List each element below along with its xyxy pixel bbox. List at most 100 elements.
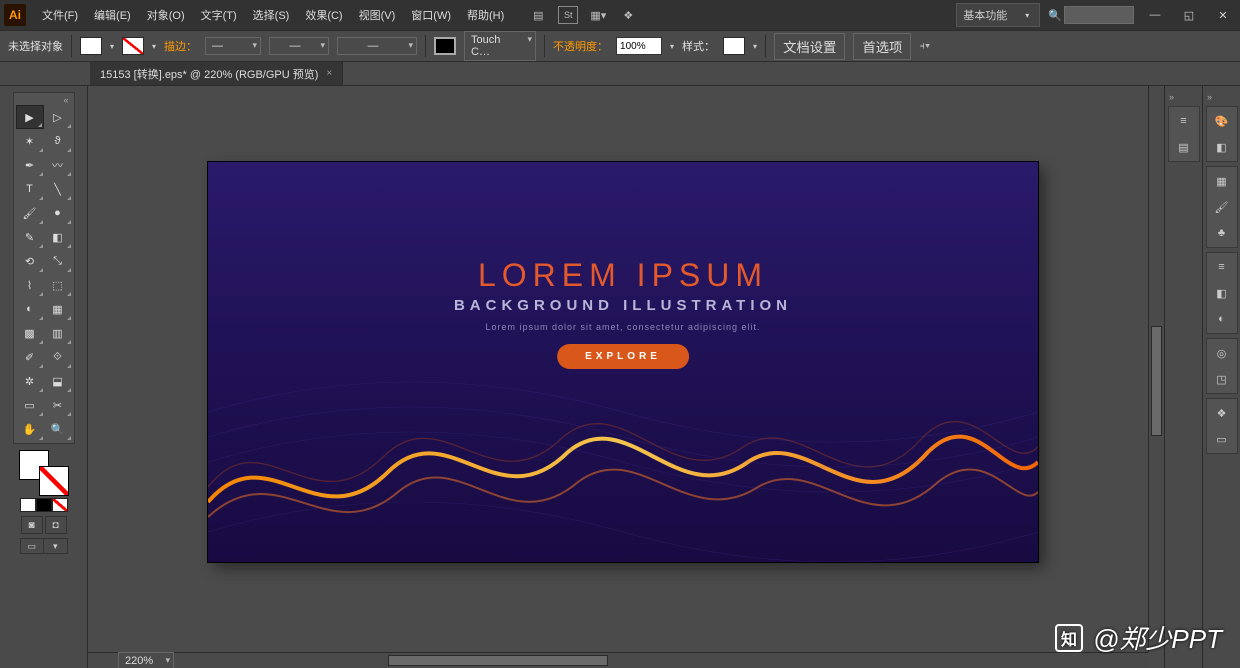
close-tab-button[interactable]: × bbox=[326, 68, 332, 79]
stroke-weight-field[interactable]: — bbox=[205, 37, 261, 55]
draw-behind-button[interactable]: ◘ bbox=[45, 516, 67, 534]
gpu-icon[interactable]: ❖ bbox=[618, 6, 638, 24]
arrange-docs-icon[interactable]: ▦▾ bbox=[588, 6, 608, 24]
menu-effect[interactable]: 效果(C) bbox=[299, 3, 348, 27]
menu-object[interactable]: 对象(O) bbox=[141, 3, 191, 27]
pencil-tool[interactable]: ✎ bbox=[16, 225, 44, 249]
scrollbar-thumb[interactable] bbox=[388, 655, 608, 666]
right-panel-strip-inner: » ≡ ▤ bbox=[1164, 86, 1202, 668]
brush-tool[interactable]: 🖌 bbox=[16, 201, 44, 225]
brush-definition-field[interactable]: — bbox=[337, 37, 417, 55]
artboards-panel-icon[interactable]: ▭ bbox=[1210, 428, 1234, 450]
mesh-tool[interactable]: ▩ bbox=[16, 321, 44, 345]
gradient-color-option[interactable] bbox=[36, 498, 52, 512]
width-tool[interactable]: ⌇ bbox=[16, 273, 44, 297]
chevron-down-icon[interactable]: ▾ bbox=[753, 42, 757, 51]
brushes-icon[interactable]: 🖌 bbox=[1210, 196, 1234, 218]
preferences-button[interactable]: 首选项 bbox=[853, 33, 911, 60]
column-graph-tool[interactable]: ⬓ bbox=[44, 369, 72, 393]
vertical-scrollbar[interactable] bbox=[1148, 86, 1164, 652]
artboard-tool[interactable]: ▭ bbox=[16, 393, 44, 417]
window-maximize-button[interactable]: ◱ bbox=[1176, 6, 1202, 24]
color-guide-icon[interactable]: ◧ bbox=[1210, 136, 1234, 158]
align-icon[interactable]: ⫞▾ bbox=[919, 40, 930, 53]
type-tool[interactable]: T bbox=[16, 177, 44, 201]
direct-selection-tool[interactable]: ▷ bbox=[44, 105, 72, 129]
gradient-icon[interactable]: ◧ bbox=[1210, 282, 1234, 304]
window-close-button[interactable]: ✕ bbox=[1210, 6, 1236, 24]
opacity-field[interactable] bbox=[616, 37, 662, 55]
menu-view[interactable]: 视图(V) bbox=[353, 3, 402, 27]
horizontal-scrollbar[interactable]: 220% bbox=[88, 652, 1148, 668]
solid-color-option[interactable] bbox=[20, 498, 36, 512]
none-color-option[interactable] bbox=[52, 498, 68, 512]
scrollbar-thumb[interactable] bbox=[1151, 326, 1162, 436]
style-swatch[interactable] bbox=[723, 37, 745, 55]
chevron-down-icon[interactable]: ▾ bbox=[110, 42, 114, 51]
divider bbox=[425, 35, 426, 57]
search-input[interactable] bbox=[1064, 6, 1134, 24]
stock-icon[interactable]: St bbox=[558, 6, 578, 24]
swatches-icon[interactable]: ▦ bbox=[1210, 170, 1234, 192]
pen-tool[interactable]: ✒ bbox=[16, 153, 44, 177]
panel-expand-icon[interactable]: » bbox=[1207, 92, 1212, 102]
document-setup-button[interactable]: 文档设置 bbox=[774, 33, 845, 60]
eraser-tool[interactable]: ◧ bbox=[44, 225, 72, 249]
document-tab[interactable]: 15153 [转换].eps* @ 220% (RGB/GPU 预览) × bbox=[90, 62, 343, 85]
symbol-sprayer-tool[interactable]: ✲ bbox=[16, 369, 44, 393]
selection-tool[interactable]: ▶ bbox=[16, 105, 44, 129]
layers-icon[interactable]: ▤ bbox=[1172, 136, 1196, 158]
blob-brush-tool[interactable]: ● bbox=[44, 201, 72, 225]
transparency-icon[interactable]: ◐ bbox=[1210, 308, 1234, 330]
fill-stroke-indicator[interactable] bbox=[19, 450, 69, 496]
blend-tool[interactable]: ⟐ bbox=[44, 345, 72, 369]
magic-wand-tool[interactable]: ✶ bbox=[16, 129, 44, 153]
symbols-icon[interactable]: ♣ bbox=[1210, 222, 1234, 244]
canvas-viewport[interactable]: LOREM IPSUM BACKGROUND ILLUSTRATION Lore… bbox=[88, 86, 1164, 668]
lasso-tool[interactable]: ϑ bbox=[44, 129, 72, 153]
touch-swatch[interactable] bbox=[434, 37, 456, 55]
bridge-icon[interactable]: ▤ bbox=[528, 6, 548, 24]
stroke-profile-field[interactable]: — bbox=[269, 37, 329, 55]
zoom-tool[interactable]: 🔍 bbox=[44, 417, 72, 441]
panel-expand-icon[interactable]: » bbox=[1169, 92, 1174, 102]
menu-file[interactable]: 文件(F) bbox=[36, 3, 84, 27]
shape-builder-tool[interactable]: ◐ bbox=[16, 297, 44, 321]
rotate-tool[interactable]: ⟲ bbox=[16, 249, 44, 273]
stroke-swatch[interactable] bbox=[122, 37, 144, 55]
toolbox-collapse-icon[interactable]: « bbox=[16, 95, 72, 105]
graphic-styles-icon[interactable]: ◳ bbox=[1210, 368, 1234, 390]
zoom-level-field[interactable]: 220% bbox=[118, 652, 174, 668]
menu-select[interactable]: 选择(S) bbox=[247, 3, 296, 27]
workspace-switcher[interactable]: 基本功能▾ bbox=[956, 3, 1040, 27]
draw-normal-button[interactable]: ◙ bbox=[21, 516, 43, 534]
perspective-grid-tool[interactable]: ▦ bbox=[44, 297, 72, 321]
menu-window[interactable]: 窗口(W) bbox=[405, 3, 457, 27]
hand-tool[interactable]: ✋ bbox=[16, 417, 44, 441]
menu-edit[interactable]: 编辑(E) bbox=[88, 3, 137, 27]
layers-panel-icon[interactable]: ❖ bbox=[1210, 402, 1234, 424]
chevron-down-icon[interactable]: ▾ bbox=[152, 42, 156, 51]
appearance-icon[interactable]: ◎ bbox=[1210, 342, 1234, 364]
menu-help[interactable]: 帮助(H) bbox=[461, 3, 510, 27]
curvature-tool[interactable]: 〰 bbox=[44, 153, 72, 177]
fill-swatch[interactable] bbox=[80, 37, 102, 55]
stroke-label[interactable]: 描边： bbox=[164, 38, 197, 54]
properties-icon[interactable]: ≡ bbox=[1172, 110, 1196, 132]
gradient-tool[interactable]: ▥ bbox=[44, 321, 72, 345]
touch-type-field[interactable]: Touch C… bbox=[464, 31, 536, 61]
chevron-down-icon[interactable]: ▾ bbox=[670, 42, 674, 51]
slice-tool[interactable]: ✂ bbox=[44, 393, 72, 417]
free-transform-tool[interactable]: ⬚ bbox=[44, 273, 72, 297]
line-segment-tool[interactable]: ╲ bbox=[44, 177, 72, 201]
stroke-icon[interactable]: ≡ bbox=[1210, 256, 1234, 278]
scale-tool[interactable]: ⤡ bbox=[44, 249, 72, 273]
eyedropper-tool[interactable]: ✐ bbox=[16, 345, 44, 369]
window-minimize-button[interactable]: — bbox=[1142, 6, 1168, 24]
stroke-color-box[interactable] bbox=[39, 466, 69, 496]
artboard[interactable]: LOREM IPSUM BACKGROUND ILLUSTRATION Lore… bbox=[208, 162, 1038, 562]
color-icon[interactable]: 🎨 bbox=[1210, 110, 1234, 132]
menu-type[interactable]: 文字(T) bbox=[195, 3, 243, 27]
opacity-label[interactable]: 不透明度： bbox=[553, 38, 608, 54]
screen-mode-button[interactable]: ▭▾ bbox=[20, 538, 68, 554]
